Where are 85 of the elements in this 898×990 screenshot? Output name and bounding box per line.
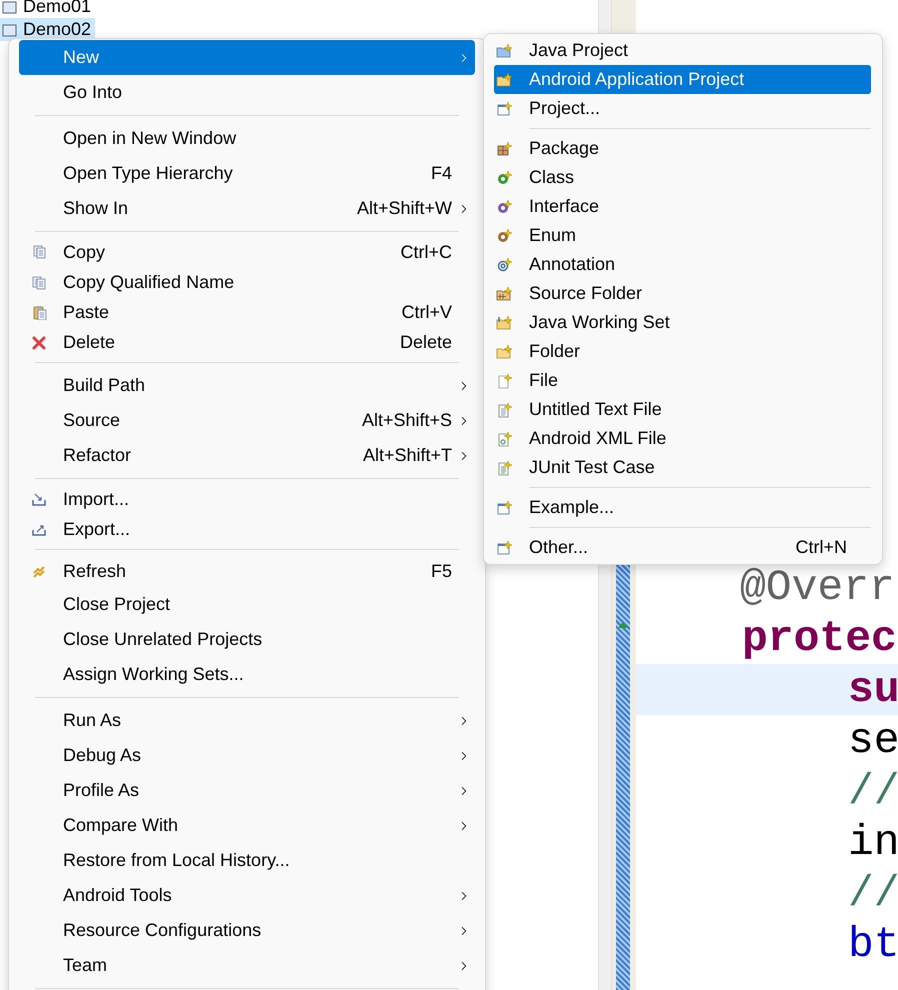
annotation-icon [496, 256, 512, 272]
menu-item[interactable]: Android Tools [19, 878, 475, 913]
menu-item[interactable]: Delete Delete [19, 327, 475, 357]
code-text: se [848, 716, 898, 765]
shortcut-label: F4 [430, 162, 452, 185]
menu-item[interactable]: Example... [494, 493, 871, 522]
folder-icon [496, 314, 512, 330]
copy-icon [31, 274, 47, 290]
menu-item[interactable]: Run As [19, 703, 475, 738]
menu-item[interactable]: Untitled Text File [494, 395, 871, 424]
text-file-icon [496, 402, 512, 418]
paste-icon [31, 304, 47, 320]
menu-item[interactable]: Project... [494, 94, 871, 123]
menu-item[interactable]: Profile As [19, 773, 475, 808]
project-icon [2, 0, 18, 14]
project-icon [496, 100, 512, 116]
code-text: // [848, 767, 898, 816]
package-icon [496, 140, 512, 156]
folder-icon [496, 72, 512, 88]
menu-item[interactable]: Compare With [19, 808, 475, 843]
menu-item[interactable]: Assign Working Sets... [19, 657, 475, 692]
shortcut-label: Ctrl+N [795, 536, 848, 559]
menu-item[interactable]: Build Path [19, 368, 475, 403]
shortcut-label: Ctrl+V [401, 300, 452, 324]
folder-icon [496, 344, 512, 360]
shortcut-label: Alt+Shift+S [362, 409, 452, 432]
menu-item[interactable]: Refresh F5 [19, 555, 475, 587]
code-text: protec [742, 614, 897, 663]
menu-item[interactable]: Folder [494, 337, 871, 366]
interface-icon [496, 198, 512, 214]
source-folder-icon [496, 286, 512, 302]
code-text: in [848, 818, 898, 867]
menu-item[interactable]: Java Working Set [494, 308, 871, 337]
menu-item[interactable]: Open Type Hierarchy F4 [19, 156, 475, 191]
file-icon [496, 372, 512, 388]
code-text: @Overr [740, 563, 895, 612]
folder-icon [496, 42, 512, 58]
menu-item[interactable]: Other... Ctrl+N [494, 533, 871, 562]
delete-icon [31, 334, 47, 350]
enum-icon [496, 228, 512, 244]
test-file-icon [496, 460, 512, 476]
code-text: bt [848, 920, 898, 969]
triangle-icon [618, 622, 628, 628]
menu-item[interactable]: Class [494, 163, 871, 192]
shortcut-label: F5 [430, 560, 452, 582]
code-text: su [848, 665, 898, 714]
code-text: // [848, 869, 898, 918]
menu-item[interactable]: Refactor Alt+Shift+T [19, 438, 475, 473]
menu-item[interactable]: Java Project [494, 36, 871, 65]
menu-item[interactable]: Debug As [19, 738, 475, 773]
copy-icon [31, 244, 47, 260]
menu-item[interactable]: Paste Ctrl+V [19, 297, 475, 327]
class-icon [496, 170, 512, 186]
menu-item[interactable]: File [494, 366, 871, 395]
menu-item[interactable]: Enum [494, 221, 871, 250]
menu-item[interactable]: Export... [19, 514, 475, 544]
shortcut-label: Ctrl+C [400, 240, 452, 264]
menu-item[interactable]: Open in New Window [19, 121, 475, 156]
menu-item[interactable]: Copy Qualified Name [19, 267, 475, 297]
menu-item[interactable]: JUnit Test Case [494, 453, 871, 482]
menu-item[interactable]: Source Folder [494, 279, 871, 308]
menu-item[interactable]: Team [19, 948, 475, 983]
project-icon [496, 540, 512, 556]
menu-item[interactable]: Annotation [494, 250, 871, 279]
shortcut-label: Alt+Shift+T [362, 444, 452, 467]
menu-item[interactable]: Resource Configurations [19, 913, 475, 948]
menu-item[interactable]: Close Unrelated Projects [19, 622, 475, 657]
shortcut-label: Alt+Shift+W [356, 197, 452, 220]
xml-file-icon [496, 430, 512, 446]
menu-item[interactable]: Restore from Local History... [19, 843, 475, 878]
menu-item[interactable]: Copy Ctrl+C [19, 237, 475, 267]
menu-item[interactable]: Android XML File [494, 424, 871, 453]
menu-item[interactable]: New [19, 40, 475, 75]
project-icon [2, 22, 18, 38]
menu-item[interactable]: Close Project [19, 587, 475, 622]
menu-item[interactable]: Package [494, 134, 871, 163]
menu-item[interactable]: Show In Alt+Shift+W [19, 191, 475, 226]
shortcut-label: Delete [400, 330, 452, 354]
import-icon [31, 491, 47, 507]
menu-item[interactable]: Source Alt+Shift+S [19, 403, 475, 438]
menu-item[interactable]: Android Application Project [494, 65, 871, 94]
project-icon [496, 500, 512, 516]
menu-item[interactable]: Interface [494, 192, 871, 221]
menu-item[interactable]: Go Into [19, 75, 475, 110]
menu-item[interactable]: Import... [19, 484, 475, 514]
